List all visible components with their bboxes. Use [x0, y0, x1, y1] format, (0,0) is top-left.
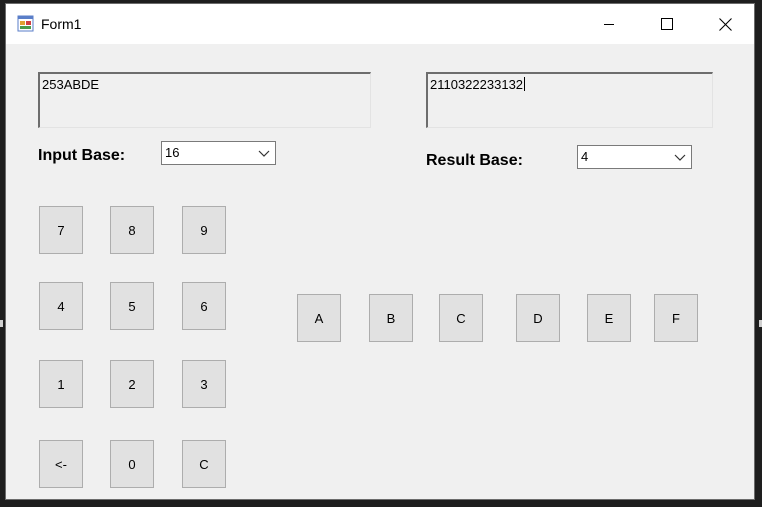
form-window: Form1 253ABDE 2110322233132 Input Base: …	[5, 3, 755, 500]
key-a-button[interactable]: A	[297, 294, 341, 342]
chevron-down-icon	[258, 150, 270, 157]
key-f-button[interactable]: F	[654, 294, 698, 342]
key-d-button[interactable]: D	[516, 294, 560, 342]
key-7-button[interactable]: 7	[39, 206, 83, 254]
key-1-button[interactable]: 1	[39, 360, 83, 408]
key-6-button[interactable]: 6	[182, 282, 226, 330]
input-number-textbox[interactable]: 253ABDE	[38, 72, 371, 128]
backspace-button[interactable]: <-	[39, 440, 83, 488]
input-base-label: Input Base:	[38, 147, 126, 164]
key-c-button[interactable]: C	[439, 294, 483, 342]
key-3-button[interactable]: 3	[182, 360, 226, 408]
form-client-area: 253ABDE 2110322233132 Input Base: 16 Res…	[6, 44, 754, 499]
form-app-icon	[17, 15, 34, 32]
chevron-down-icon	[674, 154, 686, 161]
key-8-button[interactable]: 8	[110, 206, 154, 254]
key-b-button[interactable]: B	[369, 294, 413, 342]
key-9-button[interactable]: 9	[182, 206, 226, 254]
text-caret	[524, 77, 526, 91]
key-5-button[interactable]: 5	[110, 282, 154, 330]
result-number-value: 2110322233132	[430, 77, 524, 92]
maximize-icon	[661, 18, 673, 30]
title-bar[interactable]: Form1	[6, 4, 754, 44]
close-icon	[718, 17, 732, 31]
close-button[interactable]	[702, 4, 748, 44]
result-base-dropdown[interactable]: 4	[577, 145, 692, 169]
maximize-button[interactable]	[644, 4, 690, 44]
result-base-label: Result Base:	[426, 152, 523, 169]
key-e-button[interactable]: E	[587, 294, 631, 342]
input-base-value: 16	[165, 145, 180, 160]
minimize-icon	[604, 24, 614, 25]
result-number-textbox[interactable]: 2110322233132	[426, 72, 713, 128]
left-edge-mark	[0, 320, 3, 327]
key-2-button[interactable]: 2	[110, 360, 154, 408]
result-base-value: 4	[581, 149, 589, 164]
window-title: Form1	[41, 16, 82, 32]
key-4-button[interactable]: 4	[39, 282, 83, 330]
clear-button[interactable]: C	[182, 440, 226, 488]
key-0-button[interactable]: 0	[110, 440, 154, 488]
minimize-button[interactable]	[586, 4, 632, 44]
input-base-dropdown[interactable]: 16	[161, 141, 276, 165]
input-number-value: 253ABDE	[42, 77, 100, 92]
